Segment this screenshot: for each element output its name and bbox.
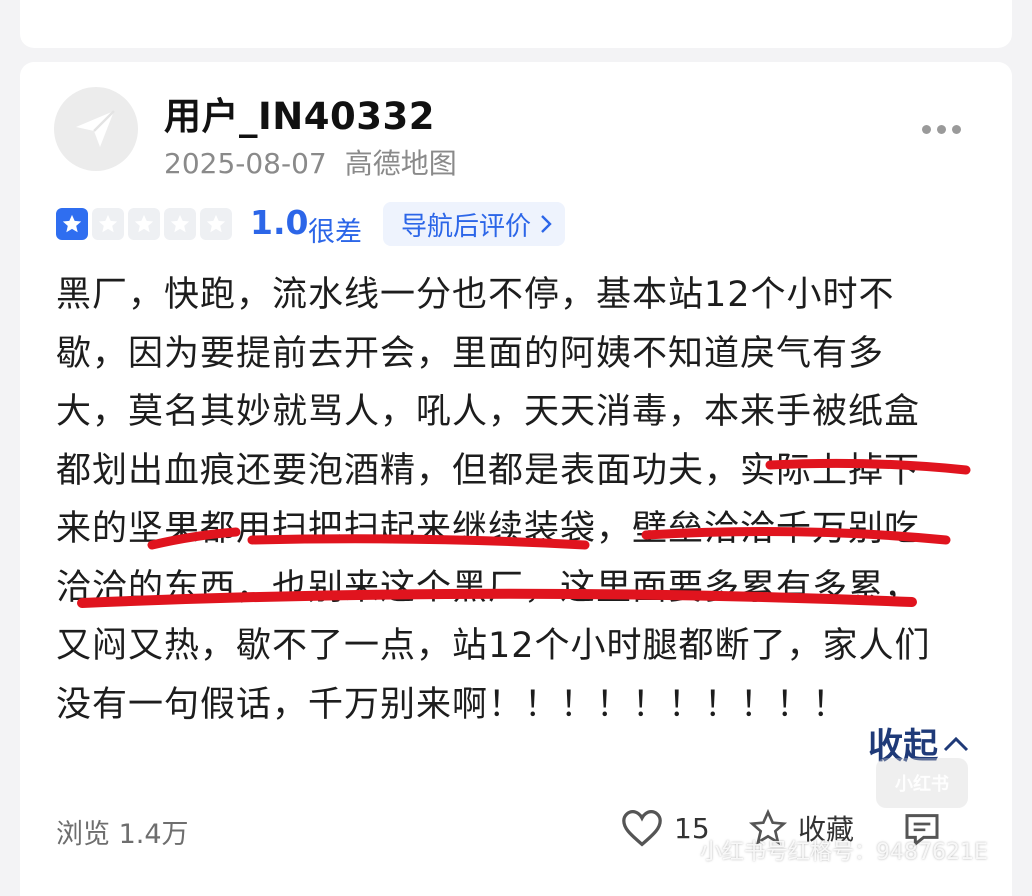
avatar[interactable]	[54, 87, 138, 171]
chevron-up-icon	[943, 736, 969, 751]
star-icon	[128, 208, 160, 240]
tag-label: 导航后评价	[401, 211, 532, 242]
like-button[interactable]: 15	[620, 808, 710, 848]
star-icon	[164, 208, 196, 240]
rating-label: 很差	[308, 217, 362, 248]
paper-plane-icon	[76, 110, 115, 147]
rating-score: 1.0	[250, 203, 309, 242]
star-icon	[56, 208, 88, 240]
chevron-right-icon	[541, 215, 552, 233]
review-line: 都划出血痕还要泡酒精，但都是表面功夫，实际上掉下	[56, 450, 921, 491]
post-navigation-review-tag[interactable]: 导航后评价	[383, 202, 566, 246]
watermark-logo: 小红书	[876, 758, 968, 808]
heart-icon	[622, 809, 662, 847]
review-line: 黑厂，快跑，流水线一分也不停，基本站12个小时不	[56, 275, 895, 315]
review-line: 洽洽的东西，也别来这个黑厂，这里面要多累有多累，	[56, 567, 921, 608]
star-icon	[92, 208, 124, 240]
watermark-text: 小红书号红格号：9487621E	[700, 840, 988, 865]
review-line: 没有一句假话，千万别来啊！！！！！！！！！！	[56, 684, 849, 725]
review-meta: 2025-08-07 高德地图	[164, 142, 457, 182]
username[interactable]: 用户_IN40332	[164, 86, 435, 140]
review-text: 黑厂，快跑，流水线一分也不停，基本站12个小时不 歇，因为要提前去开会，里面的阿…	[56, 266, 986, 734]
review-line: 大，莫名其妙就骂人，吼人，天天消毒，本来手被纸盒	[56, 392, 921, 432]
view-count: 浏览 1.4万	[56, 819, 189, 850]
previous-card	[20, 0, 1012, 48]
review-line: 来的坚果都用扫把扫起来继续装袋，壁垒洽洽千万别吃	[56, 509, 921, 549]
review-line: 又闷又热，歇不了一点，站12个小时腿都断了，家人们	[56, 626, 931, 666]
star-rating	[56, 208, 232, 240]
more-options-icon[interactable]	[922, 125, 961, 134]
star-icon	[200, 208, 232, 240]
review-line: 歇，因为要提前去开会，里面的阿姨不知道戾气有多	[56, 333, 885, 374]
review-source: 高德地图	[344, 147, 457, 180]
review-date: 2025-08-07	[164, 147, 327, 180]
